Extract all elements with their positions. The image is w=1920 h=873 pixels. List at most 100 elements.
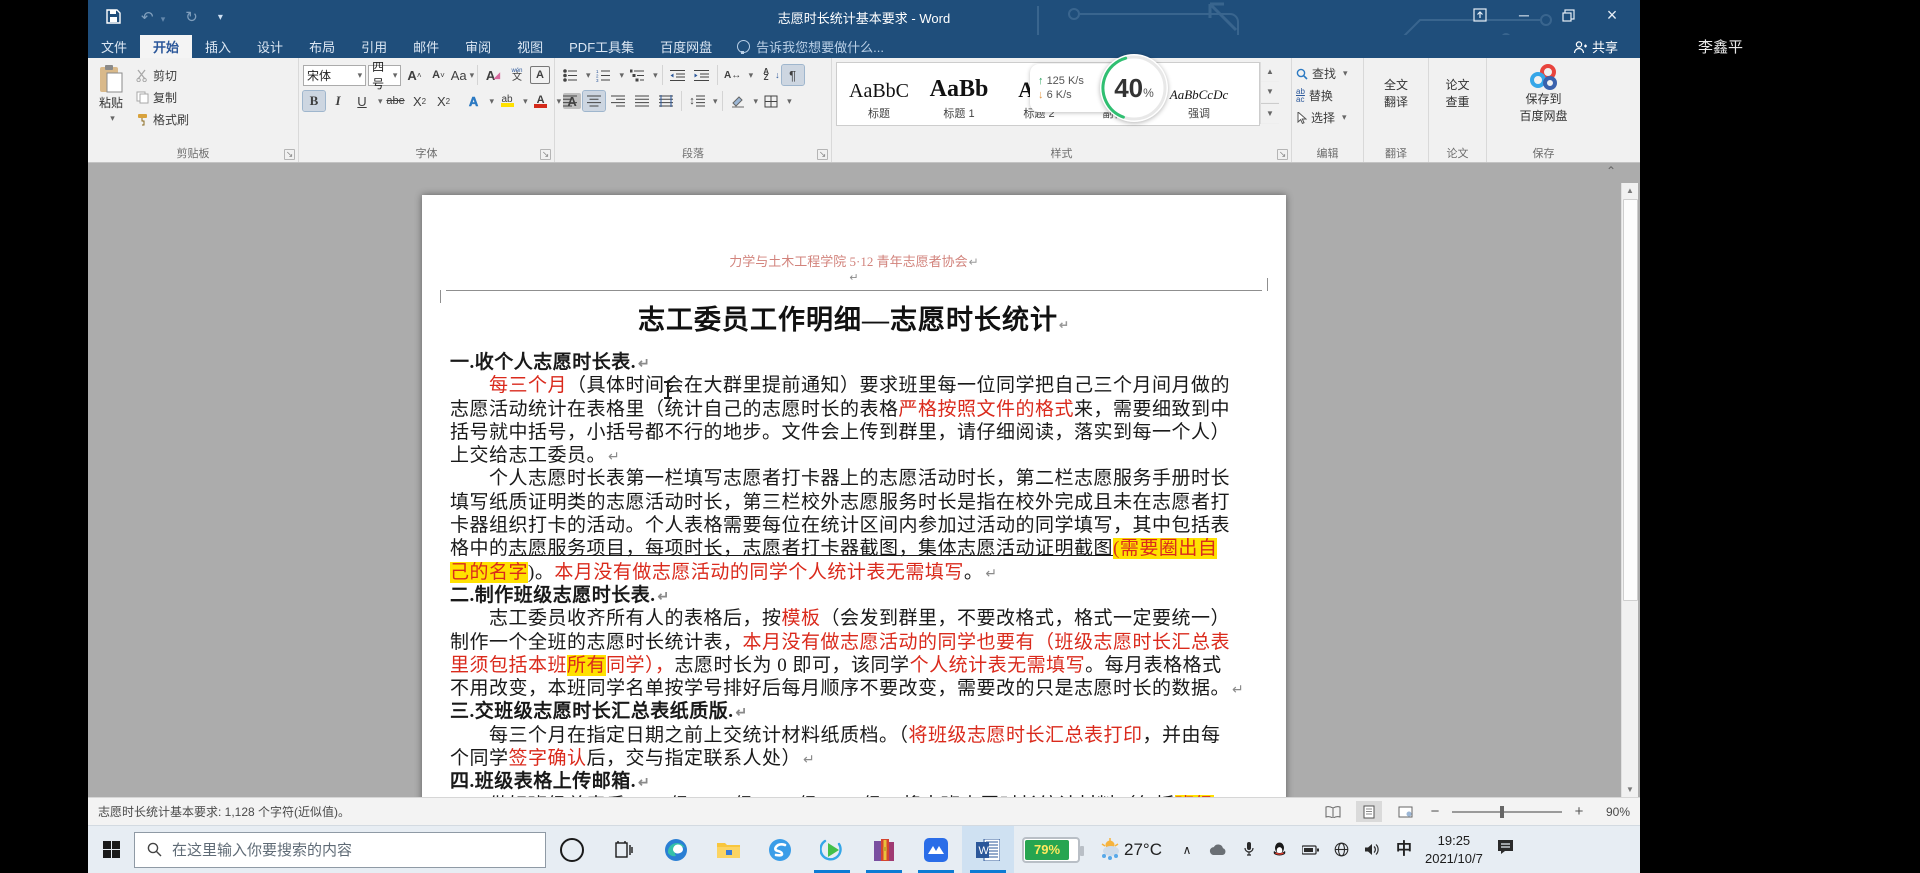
- bold-button[interactable]: B: [302, 90, 326, 112]
- multilevel-list-icon[interactable]: [626, 65, 648, 85]
- start-button[interactable]: [88, 826, 134, 873]
- zoom-in-icon[interactable]: +: [1572, 803, 1586, 820]
- paste-dropdown-arrow[interactable]: ▾: [110, 113, 115, 124]
- restore-icon[interactable]: [1546, 0, 1590, 30]
- save-icon[interactable]: [106, 8, 121, 27]
- font-dialog-launcher-icon[interactable]: ↘: [540, 149, 551, 160]
- cloud-icon[interactable]: [1209, 844, 1227, 856]
- select-button[interactable]: 选择 ▾: [1296, 108, 1359, 127]
- ime-indicator[interactable]: 中: [1395, 841, 1413, 858]
- network-globe-icon[interactable]: [1333, 842, 1351, 857]
- character-scaling-icon[interactable]: A ↔: [722, 65, 744, 85]
- redo-icon[interactable]: ↻: [185, 10, 198, 25]
- style-item-标题[interactable]: AaBbC 标题: [839, 63, 919, 125]
- zoom-slider-thumb[interactable]: [1500, 805, 1504, 818]
- font-size-combo[interactable]: 四号 ▾: [368, 60, 402, 91]
- save-to-baidu-button[interactable]: 保存到 百度网盘: [1491, 62, 1596, 126]
- shading-icon[interactable]: [727, 91, 749, 111]
- phonetic-guide-icon[interactable]: wén 文: [506, 65, 528, 85]
- hidden-icons-chevron-icon[interactable]: ∧: [1178, 844, 1196, 856]
- style-gallery-expand-icon[interactable]: ▼: [1261, 102, 1279, 124]
- tell-me-box[interactable]: 告诉我您想要做什么...: [725, 35, 896, 58]
- tab-引用[interactable]: 引用: [348, 35, 400, 58]
- scrollbar-thumb[interactable]: [1623, 199, 1638, 601]
- taskbar-app-cortana-icon[interactable]: [546, 826, 598, 873]
- font-color-icon[interactable]: A: [530, 91, 552, 111]
- highlight-color-icon[interactable]: ab: [496, 91, 518, 111]
- tab-设计[interactable]: 设计: [244, 35, 296, 58]
- minimize-icon[interactable]: ─: [1502, 0, 1546, 30]
- tab-布局[interactable]: 布局: [296, 35, 348, 58]
- taskbar-app-word-icon[interactable]: W: [962, 826, 1014, 873]
- microphone-icon[interactable]: [1240, 842, 1258, 857]
- distribute-icon[interactable]: [655, 91, 677, 111]
- tab-视图[interactable]: 视图: [504, 35, 556, 58]
- style-scroll-down-icon[interactable]: ▼: [1261, 82, 1279, 103]
- speaker-icon[interactable]: [1364, 843, 1382, 856]
- tab-审阅[interactable]: 审阅: [452, 35, 504, 58]
- notification-center-icon[interactable]: [1497, 839, 1514, 860]
- format-painter-button[interactable]: 格式刷: [136, 110, 189, 129]
- document-page[interactable]: 力学与土木工程学院 5·12 青年志愿者协会↵ ↵ 志工委员工作明细—志愿时长统…: [422, 195, 1286, 797]
- line-spacing-icon[interactable]: ↕: [686, 91, 708, 111]
- tab-百度网盘[interactable]: 百度网盘: [647, 35, 725, 58]
- align-right-icon[interactable]: [607, 91, 629, 111]
- superscript-icon[interactable]: X2: [433, 91, 455, 111]
- paragraph-dialog-launcher-icon[interactable]: ↘: [817, 149, 828, 160]
- customize-qat-dropdown-icon[interactable]: ▾: [218, 12, 223, 23]
- scroll-down-icon[interactable]: ▼: [1622, 782, 1638, 797]
- tab-开始[interactable]: 开始: [140, 35, 193, 58]
- clipboard-dialog-launcher-icon[interactable]: ↘: [284, 149, 295, 160]
- tab-文件[interactable]: 文件: [88, 35, 140, 58]
- progress-ring-overlay[interactable]: 40%: [1100, 54, 1168, 122]
- scroll-up-icon[interactable]: ▲: [1622, 183, 1638, 198]
- underline-button[interactable]: U: [351, 91, 373, 111]
- sort-icon[interactable]: AZ: [755, 65, 777, 85]
- decrease-indent-icon[interactable]: [667, 65, 689, 85]
- taskbar-app-edge-icon[interactable]: [650, 826, 702, 873]
- close-icon[interactable]: ×: [1590, 0, 1634, 30]
- battery-percent-widget[interactable]: 79%: [1022, 836, 1084, 863]
- print-layout-icon[interactable]: [1356, 801, 1382, 822]
- taskbar-app-file-explorer-icon[interactable]: [702, 826, 754, 873]
- temperature[interactable]: 27°C: [1124, 840, 1162, 860]
- strikethrough-icon[interactable]: abe: [385, 91, 407, 111]
- zoom-out-icon[interactable]: −: [1428, 803, 1442, 820]
- zoom-slider[interactable]: [1452, 805, 1562, 818]
- find-button[interactable]: 查找 ▾: [1296, 64, 1359, 83]
- justify-icon[interactable]: [631, 91, 653, 111]
- vertical-scrollbar[interactable]: ▲ ▼: [1621, 183, 1638, 797]
- clear-format-icon[interactable]: A ◢: [482, 65, 504, 85]
- ribbon-display-options-icon[interactable]: [1458, 0, 1502, 30]
- align-center-icon[interactable]: [582, 90, 606, 112]
- taskbar-clock[interactable]: 19:25 2021/10/7: [1425, 832, 1483, 867]
- tab-PDF工具集[interactable]: PDF工具集: [556, 35, 647, 58]
- replace-button[interactable]: ab ac 替换: [1296, 86, 1359, 105]
- qq-icon[interactable]: [1271, 842, 1289, 857]
- number-list-icon[interactable]: 123: [593, 65, 615, 85]
- show-hide-marks-icon[interactable]: ¶: [780, 64, 805, 86]
- document-body[interactable]: 一.收个人志愿时长表. ↵ 每三个月（具体时间会在大群里提前通知）要求班里每一位同学…: [450, 351, 1260, 797]
- character-border-icon[interactable]: A: [530, 66, 550, 84]
- taskbar-app-browser-s-icon[interactable]: [754, 826, 806, 873]
- share-button[interactable]: 共享: [1573, 35, 1618, 58]
- tab-邮件[interactable]: 邮件: [400, 35, 452, 58]
- collapse-ribbon-icon[interactable]: ⌃: [1606, 164, 1616, 178]
- subscript-icon[interactable]: X2: [409, 91, 431, 111]
- style-scroll-up-icon[interactable]: ▲: [1261, 62, 1279, 83]
- styles-dialog-launcher-icon[interactable]: ↘: [1277, 149, 1288, 160]
- bullet-list-icon[interactable]: [559, 65, 581, 85]
- web-layout-icon[interactable]: [1392, 801, 1418, 822]
- paste-button[interactable]: 粘贴 ▾: [92, 62, 130, 129]
- taskbar-app-meeting-icon[interactable]: [910, 826, 962, 873]
- increase-indent-icon[interactable]: [691, 65, 713, 85]
- shrink-font-icon[interactable]: A ˅: [427, 65, 449, 85]
- battery-icon[interactable]: [1302, 844, 1320, 855]
- cut-button[interactable]: 剪切: [136, 66, 189, 85]
- read-mode-icon[interactable]: [1320, 801, 1346, 822]
- taskbar-search-box[interactable]: 在这里输入你要搜索的内容: [134, 831, 546, 868]
- style-item-强调[interactable]: AaBbCcDc 强调: [1159, 63, 1239, 125]
- align-left-icon[interactable]: [559, 91, 581, 111]
- style-item-标题 1[interactable]: AaBb 标题 1: [919, 63, 999, 125]
- tab-插入[interactable]: 插入: [192, 35, 244, 58]
